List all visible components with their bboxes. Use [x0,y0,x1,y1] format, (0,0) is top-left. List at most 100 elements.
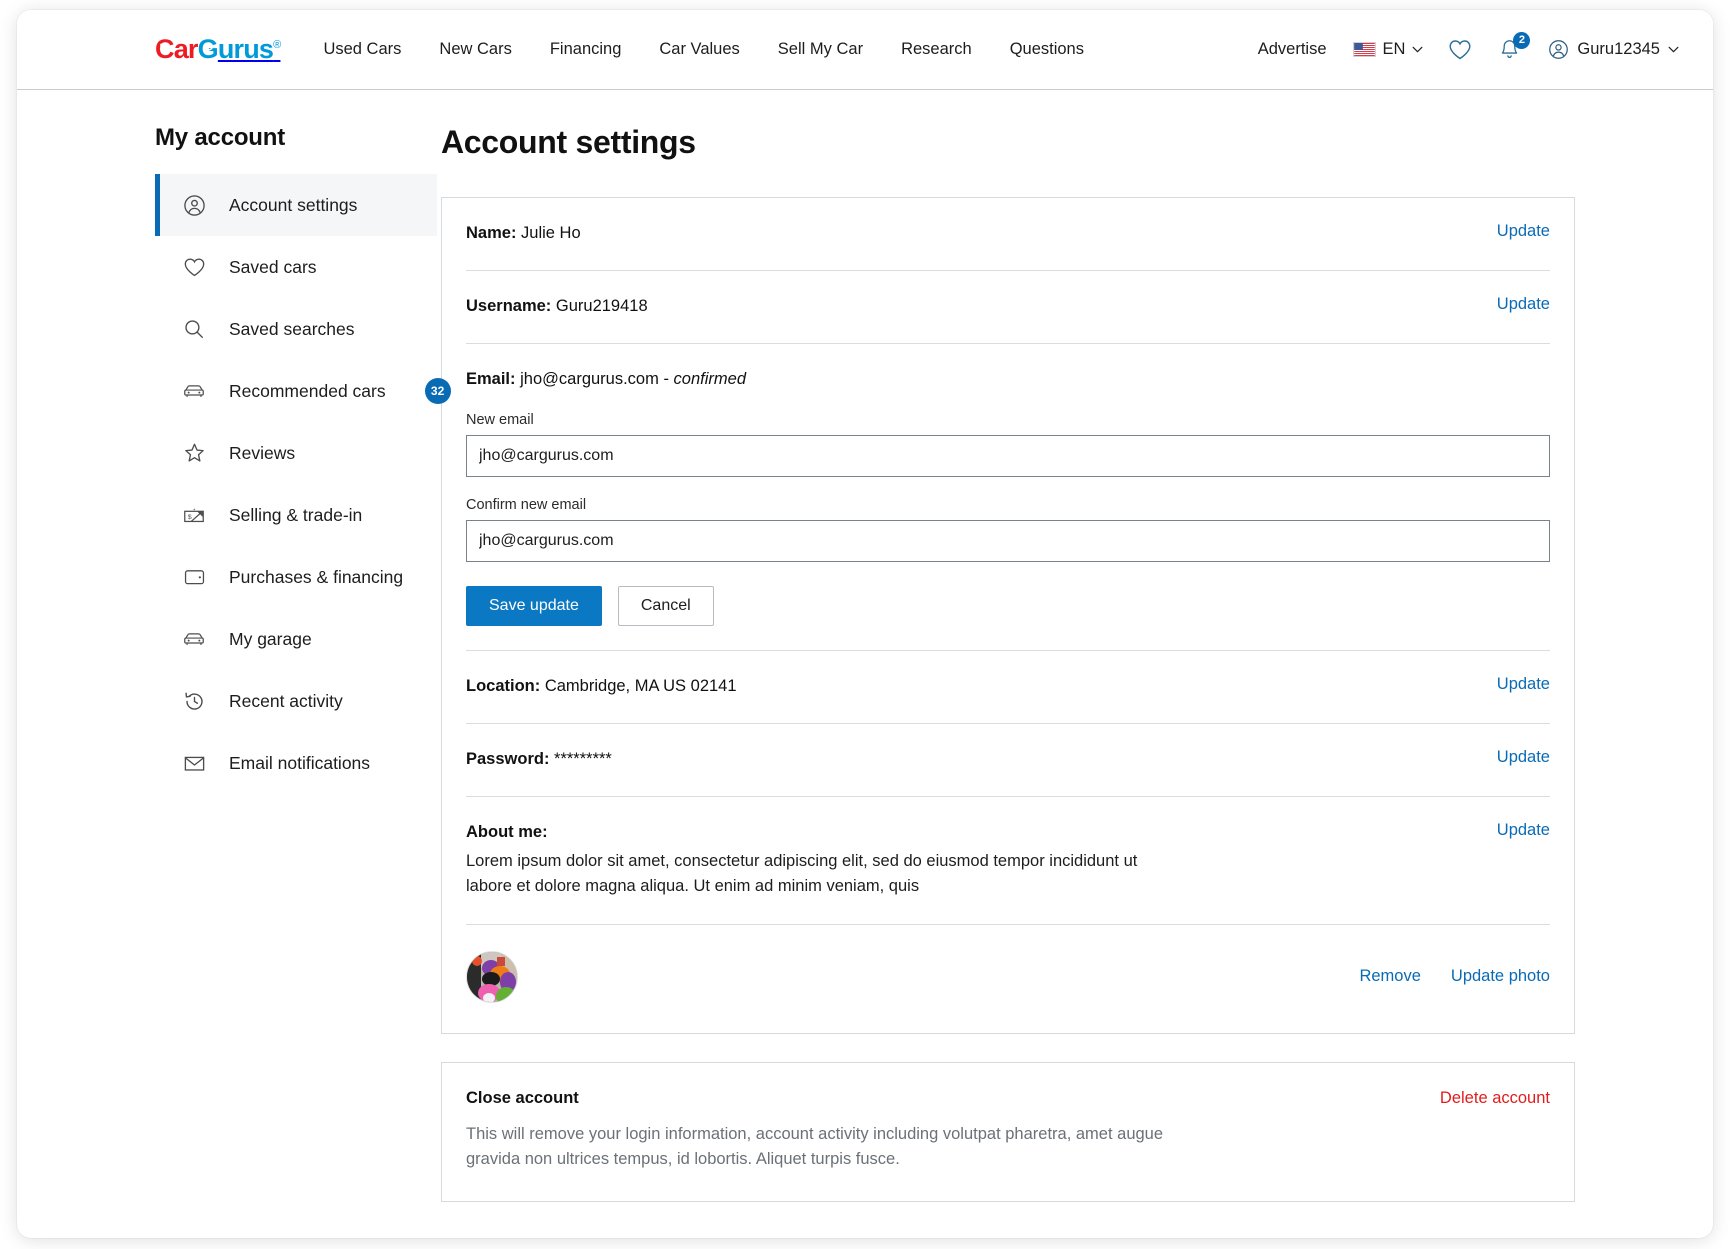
sidebar-item-label: Recommended cars [229,380,386,401]
sidebar-title: My account [155,124,286,151]
email-row: Email: jho@cargurus.com - confirmed New … [466,344,1550,651]
sidebar-item-label: Account settings [229,194,358,215]
username-text: Username: Guru219418 [466,295,648,319]
about-me-text: Lorem ipsum dolor sit amet, consectetur … [466,851,1138,896]
sidebar-item-label: Saved cars [229,256,317,277]
password-text: Password: ********* [466,748,612,772]
confirm-email-input[interactable] [466,519,1550,562]
update-password-link[interactable]: Update [1497,748,1550,767]
envelope-icon [182,751,206,775]
account-settings-card: Name: Julie Ho Update Username: Guru2194… [441,197,1575,1034]
nav-item-sell-my-car[interactable]: Sell My Car [759,30,882,69]
sidebar-item-label: My garage [229,628,312,649]
sidebar-item-saved-cars[interactable]: Saved cars [155,236,437,298]
sidebar-item-recent-activity[interactable]: Recent activity [155,670,437,732]
us-flag-icon [1352,42,1376,57]
svg-text:$: $ [188,514,192,521]
email-text: Email: jho@cargurus.com - confirmed [466,368,746,392]
password-row: Password: ********* Update [466,724,1550,797]
sidebar-item-label: Email notifications [229,752,371,773]
username-label: Username: [466,296,552,315]
profile-photo-row: Remove Update photo [466,925,1550,1033]
photo-actions: Remove Update photo [1359,967,1550,986]
user-circle-icon [182,193,206,217]
username-label: Guru12345 [1577,40,1660,58]
sidebar-item-label: Recent activity [229,690,343,711]
update-username-link[interactable]: Update [1497,295,1550,314]
sidebar-item-label: Saved searches [229,318,355,339]
language-selector[interactable]: EN [1341,32,1436,67]
password-value: ********* [554,749,612,768]
password-label: Password: [466,749,550,768]
sidebar-item-email-notifications[interactable]: Email notifications [155,732,437,794]
nav-item-new-cars[interactable]: New Cars [420,30,530,69]
new-email-label: New email [466,411,534,428]
advertise-link[interactable]: Advertise [1244,32,1341,67]
sidebar-item-recommended-cars[interactable]: Recommended cars 32 [155,360,451,422]
nav-item-questions[interactable]: Questions [991,30,1103,69]
sidebar-item-label: Selling & trade-in [229,504,363,525]
username-row: Username: Guru219418 Update [466,271,1550,344]
nav-item-financing[interactable]: Financing [531,30,641,69]
notification-count-badge: 2 [1513,31,1531,49]
search-icon [182,317,206,341]
nav-item-used-cars[interactable]: Used Cars [304,30,420,69]
sidebar-item-my-garage[interactable]: My garage [155,608,437,670]
primary-navigation: Used Cars New Cars Financing Car Values … [304,30,1103,69]
wallet-icon [182,565,206,589]
about-me-label: About me: [466,822,548,841]
account-sidebar: My account Account settings Saved cars S… [17,124,451,1230]
car-icon [182,627,206,651]
sidebar-item-account-settings[interactable]: Account settings [155,174,437,236]
update-photo-link[interactable]: Update photo [1451,967,1550,986]
language-label: EN [1382,40,1406,58]
remove-photo-link[interactable]: Remove [1359,967,1420,986]
chevron-down-icon [1668,46,1679,53]
name-row: Name: Julie Ho Update [466,198,1550,271]
name-label: Name: [466,224,517,242]
header-right-group: Advertise EN 2 Guru12345 [1244,30,1685,70]
delete-account-link[interactable]: Delete account [1440,1089,1550,1108]
save-update-button[interactable]: Save update [466,585,602,626]
sidebar-item-label: Purchases & financing [229,566,404,587]
page-title: Account settings [441,124,696,160]
star-icon [182,441,206,465]
recommended-cars-badge: 32 [424,378,451,404]
chevron-down-icon [1412,46,1423,53]
user-account-menu[interactable]: Guru12345 [1534,31,1685,68]
about-me-row: About me: Lorem ipsum dolor sit amet, co… [466,797,1550,925]
cargurus-logo[interactable]: Car G urus® [155,34,281,65]
notifications-button[interactable]: 2 [1485,30,1534,70]
logo-registered-mark: ® [273,39,281,51]
update-location-link[interactable]: Update [1497,675,1550,694]
main-content: Account settings Name: Julie Ho Update U… [437,124,1713,1230]
sidebar-item-selling-trade-in[interactable]: $ Selling & trade-in [155,484,437,546]
email-separator: - [663,369,669,388]
car-icon [182,379,206,403]
sidebar-item-saved-searches[interactable]: Saved searches [155,298,437,360]
name-value: Julie Ho [521,224,581,242]
location-row: Location: Cambridge, MA US 02141 Update [466,651,1550,724]
browser-page: Car G urus® Used Cars New Cars Financing… [17,10,1713,1238]
confirm-email-label: Confirm new email [466,496,587,513]
heart-icon [182,255,206,279]
name-text: Name: Julie Ho [466,222,581,246]
logo-urus-text: urus [217,34,274,64]
heart-icon [1449,39,1471,59]
saved-cars-button[interactable] [1435,31,1485,69]
close-account-description: This will remove your login information,… [466,1124,1164,1169]
nav-item-car-values[interactable]: Car Values [640,30,758,69]
new-email-input[interactable] [466,434,1550,477]
nav-item-research[interactable]: Research [882,30,991,69]
email-status: confirmed [673,369,746,388]
sidebar-item-purchases-financing[interactable]: Purchases & financing [155,546,437,608]
update-name-link[interactable]: Update [1497,222,1550,241]
cancel-button[interactable]: Cancel [617,585,714,626]
location-label: Location: [466,676,541,695]
email-actions: Save update Cancel [466,585,1550,626]
user-circle-icon [1549,40,1569,59]
update-about-me-link[interactable]: Update [1497,821,1550,840]
sidebar-item-reviews[interactable]: Reviews [155,422,437,484]
close-account-title: Close account [466,1088,579,1107]
location-value: Cambridge, MA US 02141 [544,676,737,695]
